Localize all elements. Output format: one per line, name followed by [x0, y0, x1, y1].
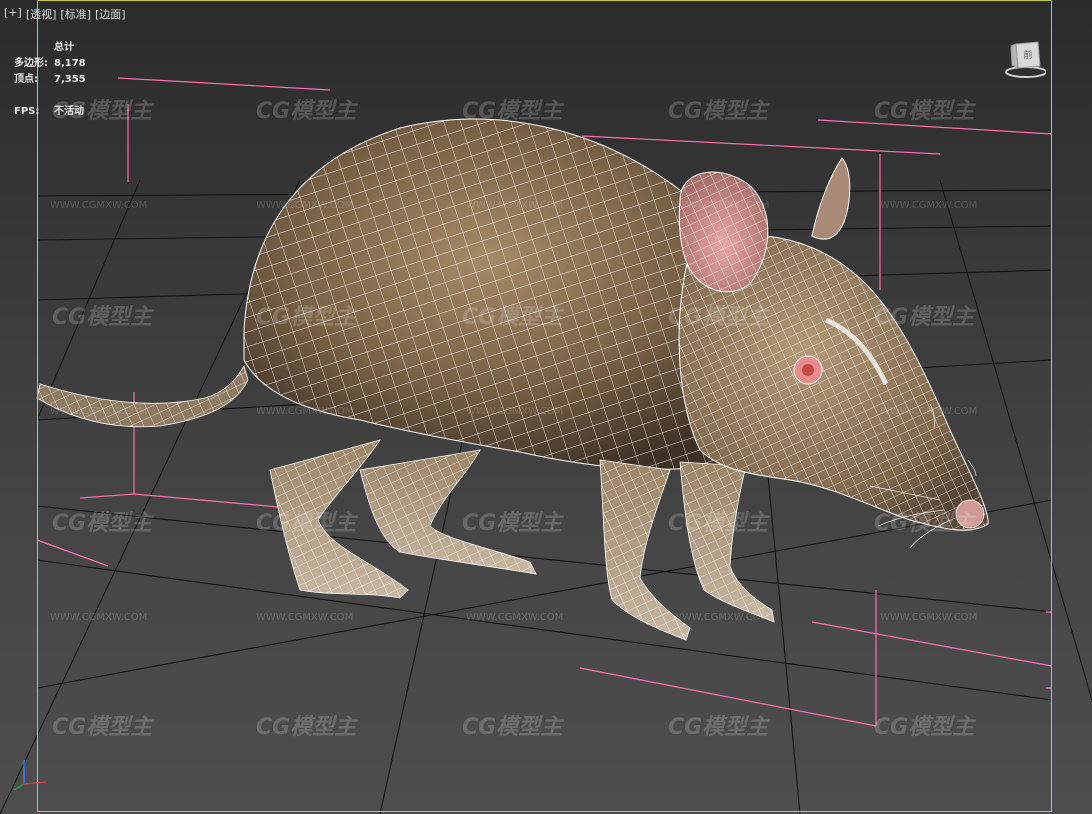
watermark-url: WWW.CGMXW.COM	[256, 612, 353, 623]
watermark-logo: CG模型主	[462, 715, 564, 740]
watermark-url: WWW.CGMXW.COM	[672, 612, 769, 623]
viewport-shading-menu[interactable]: [标准]	[60, 6, 91, 22]
fps-label: FPS:	[14, 106, 40, 117]
viewcube-face-label: 前	[1023, 49, 1032, 61]
polygons-label: 多边形:	[14, 58, 48, 69]
viewport-perspective[interactable]: CG模型主 CG模型主 CG模型主 CG模型主 CG模型主 CG模型主 CG模型…	[0, 0, 1092, 814]
viewport-point-of-view-menu[interactable]: [透视]	[26, 6, 57, 22]
watermark-url: WWW.CGMXW.COM	[50, 200, 147, 211]
stats-header: 总计	[54, 42, 74, 53]
fps-value: 不活动	[54, 106, 84, 117]
watermark-url: WWW.CGMXW.COM	[880, 200, 977, 211]
watermark-logo: CG模型主	[256, 715, 358, 740]
stats-polygons-row: 多边形: 8,178	[14, 54, 86, 69]
watermark-logo: CG模型主	[256, 99, 358, 124]
viewcube[interactable]: 前	[1002, 38, 1046, 80]
vertices-label: 顶点:	[14, 74, 38, 85]
axis-tripod-icon	[13, 760, 47, 791]
watermark-url: WWW.CGMXW.COM	[256, 406, 353, 417]
watermark-url: WWW.CGMXW.COM	[50, 406, 147, 417]
stats-fps-row: FPS: 不活动	[14, 102, 84, 117]
watermark-logo: CG模型主	[668, 99, 770, 124]
watermark-logo: CG模型主	[462, 511, 564, 536]
watermark-logo: CG模型主	[668, 511, 770, 536]
watermark-logo: CG模型主	[256, 305, 358, 330]
watermark-logo: CG模型主	[52, 715, 154, 740]
watermark-logo: CG模型主	[874, 99, 976, 124]
watermark-url: WWW.CGMXW.COM	[466, 200, 563, 211]
watermark-url: WWW.CGMXW.COM	[672, 200, 769, 211]
watermark-logo: CG模型主	[874, 511, 976, 536]
watermark-url: WWW.CGMXW.COM	[50, 612, 147, 623]
watermark-url: WWW.CGMXW.COM	[880, 406, 977, 417]
watermark-logo: CG模型主	[52, 511, 154, 536]
vertices-value: 7,355	[54, 74, 86, 85]
watermark-logo: CG模型主	[462, 305, 564, 330]
watermark-layer: CG模型主 CG模型主 CG模型主 CG模型主 CG模型主 CG模型主 CG模型…	[50, 99, 977, 740]
viewport-general-menu[interactable]: [+]	[4, 6, 22, 22]
watermark-logo: CG模型主	[874, 715, 976, 740]
watermark-url: WWW.CGMXW.COM	[466, 612, 563, 623]
watermark-logo: CG模型主	[668, 715, 770, 740]
watermark-logo: CG模型主	[874, 305, 976, 330]
polygons-value: 8,178	[54, 58, 86, 69]
watermark-url: WWW.CGMXW.COM	[466, 406, 563, 417]
watermark-logo: CG模型主	[668, 305, 770, 330]
watermark-logo: CG模型主	[52, 305, 154, 330]
viewcube-compass-ring[interactable]	[1005, 66, 1046, 78]
viewport-label-menu: [+] [透视] [标准] [边面]	[4, 6, 126, 22]
watermark-logo: CG模型主	[462, 99, 564, 124]
stats-vertices-row: 顶点: 7,355	[14, 70, 86, 85]
watermark-logo: CG模型主	[256, 511, 358, 536]
viewport-display-mode-menu[interactable]: [边面]	[95, 6, 126, 22]
watermark-url: WWW.CGMXW.COM	[880, 612, 977, 623]
watermark-url: WWW.CGMXW.COM	[256, 200, 353, 211]
